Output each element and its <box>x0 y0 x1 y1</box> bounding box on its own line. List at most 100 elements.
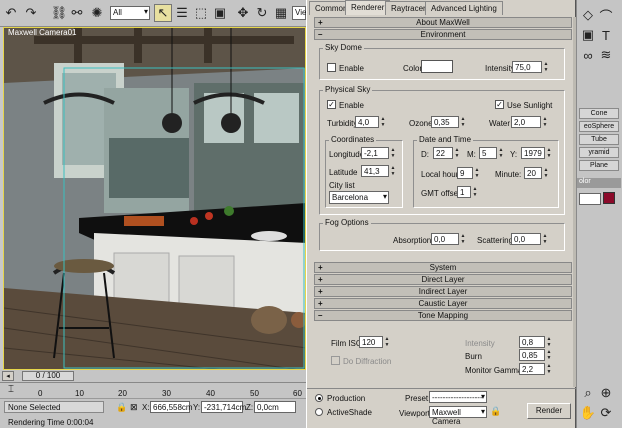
spinner-icon[interactable]: ▲ ▼ <box>390 147 396 159</box>
systems-icon[interactable]: ≋ <box>597 46 615 64</box>
tab-advanced-lighting[interactable]: Advanced Lighting <box>425 1 503 15</box>
absolute-mode-icon[interactable]: ⊠ <box>130 402 138 413</box>
unlink-icon[interactable]: ⚯ <box>68 4 86 22</box>
camera-viewport[interactable]: Maxwell Camera01 <box>3 27 306 370</box>
tube-button[interactable]: Tube <box>579 134 619 145</box>
scattering-field[interactable]: 0,0 <box>511 233 541 245</box>
undo-icon[interactable]: ↶ <box>2 4 20 22</box>
use-sunlight-checkbox[interactable]: ✓ <box>495 100 504 109</box>
city-list-select[interactable]: Barcelona ▾ <box>329 191 389 204</box>
pan-icon[interactable]: ✋ <box>579 404 597 422</box>
window-crossing-icon[interactable]: ▣ <box>211 4 229 22</box>
water-field[interactable]: 2,0 <box>511 116 541 128</box>
rotate-icon[interactable]: ↻ <box>253 4 271 22</box>
spinner-icon[interactable]: ▲ ▼ <box>543 61 549 73</box>
sky-dome-enable-checkbox[interactable] <box>327 63 336 72</box>
bind-spacewarp-icon[interactable]: ✺ <box>88 4 106 22</box>
film-iso-field[interactable]: 120 <box>359 336 383 348</box>
production-radio[interactable] <box>315 394 323 402</box>
absorption-field[interactable]: 0,0 <box>431 233 459 245</box>
modify-icon[interactable]: ⌒ <box>597 6 615 24</box>
redo-icon[interactable]: ↷ <box>22 4 40 22</box>
spinner-icon[interactable]: ▲ ▼ <box>498 147 504 159</box>
zoom-icon[interactable]: ⌕ <box>579 384 597 402</box>
object-color-swatch[interactable] <box>603 192 615 204</box>
arc-rotate-icon[interactable]: ⟳ <box>597 404 615 422</box>
z-coord-field[interactable]: 0,0cm <box>254 401 296 413</box>
physical-sky-enable-checkbox[interactable]: ✓ <box>327 100 336 109</box>
do-diffraction-checkbox[interactable] <box>331 356 340 365</box>
rollout-about[interactable]: + About MaxWell <box>314 17 572 28</box>
geometry-icon[interactable]: ▣ <box>579 26 597 44</box>
ozone-field[interactable]: 0,35 <box>431 116 459 128</box>
spinner-icon[interactable]: ▲ ▼ <box>546 349 552 361</box>
viewport-select[interactable]: Maxwell Camera ▾ <box>429 406 487 426</box>
sky-dome-color-swatch[interactable] <box>421 60 453 73</box>
year-field[interactable]: 1979 <box>521 147 545 159</box>
track-bar[interactable]: ⌶ 0 10 20 30 40 50 60 <box>0 382 306 398</box>
tab-renderer[interactable]: Renderer <box>345 0 391 15</box>
minute-field[interactable]: 20 <box>524 167 542 179</box>
scale-icon[interactable]: ▦ <box>272 4 290 22</box>
zoom-all-icon[interactable]: ⊕ <box>597 384 615 402</box>
lock-icon[interactable]: 🔒 <box>116 402 127 413</box>
select-by-name-icon[interactable]: ☰ <box>173 4 191 22</box>
rectangular-selection-icon[interactable]: ⬚ <box>192 4 210 22</box>
rollout-direct-layer[interactable]: + Direct Layer <box>314 274 572 285</box>
spinner-icon[interactable]: ▲ ▼ <box>543 167 549 179</box>
select-link-icon[interactable]: ⛓ <box>50 4 68 22</box>
object-name-field[interactable] <box>579 193 601 205</box>
create-icon[interactable]: ◇ <box>579 6 597 24</box>
spinner-icon[interactable]: ▲ ▼ <box>542 116 548 128</box>
viewport-label[interactable]: Maxwell Camera01 <box>8 28 76 37</box>
longitude-field[interactable]: -2,1 <box>361 147 389 159</box>
spinner-icon[interactable]: ▲ ▼ <box>474 167 480 179</box>
turbidity-field[interactable]: 4,0 <box>355 116 379 128</box>
lights-icon[interactable]: ∞ <box>579 46 597 64</box>
spinner-icon[interactable]: ▲ ▼ <box>542 233 548 245</box>
frame-counter[interactable]: 0 / 100 <box>22 371 74 381</box>
spinner-icon[interactable]: ▲ ▼ <box>390 165 396 177</box>
rollout-system[interactable]: + System <box>314 262 572 273</box>
latitude-field[interactable]: 41,3 <box>361 165 389 177</box>
reference-coord-select[interactable]: Vie <box>292 6 306 20</box>
move-icon[interactable]: ✥ <box>234 4 252 22</box>
shapes-icon[interactable]: T <box>597 26 615 44</box>
selection-filter-select[interactable]: All ▾ <box>110 6 150 20</box>
spinner-icon[interactable]: ▲ ▼ <box>472 186 478 198</box>
name-color-rollout[interactable]: olor <box>577 178 621 188</box>
rollout-tone-mapping[interactable]: – Tone Mapping <box>314 310 572 321</box>
lock-viewport-icon[interactable]: 🔒 <box>490 406 501 417</box>
spinner-icon[interactable]: ▲ ▼ <box>546 363 552 375</box>
intensity-field[interactable]: 75,0 <box>512 61 542 73</box>
render-button[interactable]: Render <box>527 403 571 419</box>
plane-button[interactable]: Plane <box>579 160 619 171</box>
prev-frame-icon[interactable]: ◂ <box>2 371 14 381</box>
month-field[interactable]: 5 <box>479 147 497 159</box>
x-coord-field[interactable]: 666,558cm <box>150 401 193 413</box>
spinner-icon[interactable]: ▲ ▼ <box>380 116 386 128</box>
spinner-icon[interactable]: ▲ ▼ <box>460 116 466 128</box>
rollout-indirect-layer[interactable]: + Indirect Layer <box>314 286 572 297</box>
rollout-environment[interactable]: – Environment <box>314 29 572 40</box>
key-mode-icon[interactable]: ⌶ <box>8 384 14 395</box>
activeshade-radio[interactable] <box>315 408 323 416</box>
geosphere-button[interactable]: eoSphere <box>579 121 619 132</box>
spinner-icon[interactable]: ▲ ▼ <box>460 233 466 245</box>
burn-field[interactable]: 0,85 <box>519 349 545 361</box>
y-coord-field[interactable]: -231,714cm <box>201 401 246 413</box>
spinner-icon[interactable]: ▲ ▼ <box>546 336 552 348</box>
tone-intensity-field[interactable]: 0,8 <box>519 336 545 348</box>
pyramid-button[interactable]: yramid <box>579 147 619 158</box>
spinner-icon[interactable]: ▲ ▼ <box>384 336 390 348</box>
spinner-icon[interactable]: ▲ ▼ <box>454 147 460 159</box>
spinner-icon[interactable]: ▲ ▼ <box>546 147 552 159</box>
gmt-offset-field[interactable]: 1 <box>457 186 471 198</box>
monitor-gamma-field[interactable]: 2,2 <box>519 363 545 375</box>
day-field[interactable]: 22 <box>433 147 453 159</box>
rollout-caustic-layer[interactable]: + Caustic Layer <box>314 298 572 309</box>
cone-button[interactable]: Cone <box>579 108 619 119</box>
time-slider[interactable]: ◂ 0 / 100 <box>0 370 306 382</box>
select-object-icon[interactable]: ↖ <box>154 4 172 22</box>
preset-select[interactable]: --------------------▾ <box>429 391 487 411</box>
